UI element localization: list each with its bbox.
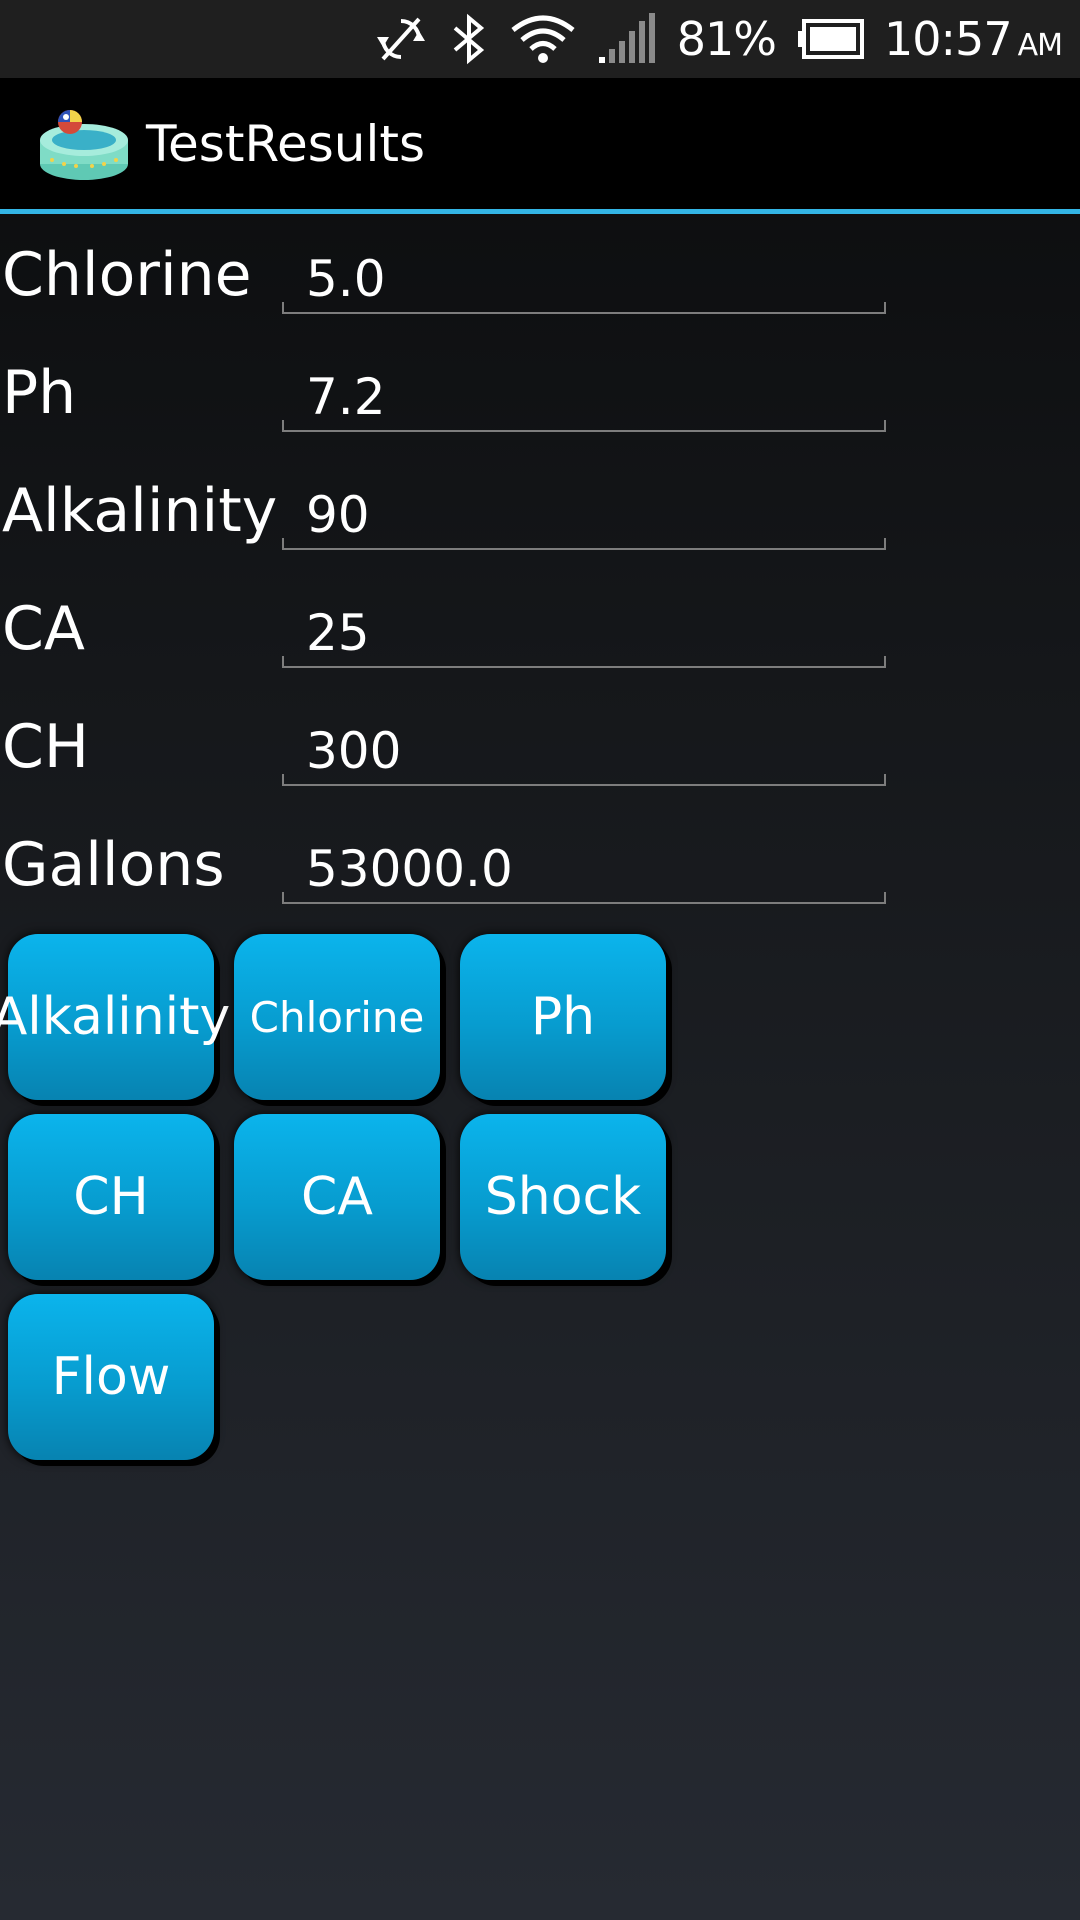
clock-time: 10:57: [884, 12, 1013, 66]
form-row-ch: CH 300: [0, 690, 1080, 808]
chlorine-button-label: Chlorine: [249, 992, 425, 1042]
ph-input[interactable]: 7.2: [282, 362, 886, 432]
sync-off-icon: [373, 13, 429, 65]
battery-percent: 81%: [676, 12, 777, 66]
signal-icon: [597, 13, 657, 65]
ch-input[interactable]: 300: [282, 716, 886, 786]
app-title: TestResults: [146, 114, 426, 173]
battery-icon: [796, 19, 865, 59]
shock-button-label: Shock: [484, 1167, 642, 1227]
ca-label: CA: [2, 594, 85, 664]
shock-button[interactable]: Shock: [460, 1114, 666, 1280]
alkalinity-button[interactable]: Alkalinity: [0, 934, 230, 1100]
clock-ampm: AM: [1017, 28, 1063, 63]
ph-label: Ph: [2, 358, 77, 428]
flow-button-label: Flow: [51, 1347, 171, 1407]
bluetooth-icon: [449, 12, 489, 66]
ca-input[interactable]: 25: [282, 598, 886, 668]
pool-icon[interactable]: [36, 104, 132, 184]
alkalinity-label: Alkalinity: [2, 476, 278, 546]
alkalinity-button-label: Alkalinity: [0, 987, 231, 1047]
ch-button-label: CH: [73, 1167, 149, 1227]
form-row-chlorine: Chlorine 5.0: [0, 218, 1080, 336]
flow-button[interactable]: Flow: [8, 1294, 214, 1460]
chlorine-label: Chlorine: [2, 240, 252, 310]
clock: 10:57 AM: [884, 12, 1063, 66]
gallons-label: Gallons: [2, 830, 225, 900]
form-row-ph: Ph 7.2: [0, 336, 1080, 454]
ph-button-label: Ph: [530, 987, 596, 1047]
form-row-alkalinity: Alkalinity 90: [0, 454, 1080, 572]
ca-button[interactable]: CA: [234, 1114, 440, 1280]
form-row-ca: CA 25: [0, 572, 1080, 690]
gallons-input[interactable]: 53000.0: [282, 834, 886, 904]
ph-button[interactable]: Ph: [460, 934, 666, 1100]
chlorine-button[interactable]: Chlorine: [234, 934, 440, 1100]
ch-label: CH: [2, 712, 90, 782]
ca-button-label: CA: [301, 1167, 373, 1227]
ch-button[interactable]: CH: [8, 1114, 214, 1280]
chlorine-input[interactable]: 5.0: [282, 244, 886, 314]
alkalinity-input[interactable]: 90: [282, 480, 886, 550]
wifi-icon: [509, 14, 577, 64]
form-row-gallons: Gallons 53000.0: [0, 808, 1080, 926]
status-bar: 81% 10:57 AM: [0, 0, 1080, 78]
action-bar: TestResults: [0, 78, 1080, 214]
